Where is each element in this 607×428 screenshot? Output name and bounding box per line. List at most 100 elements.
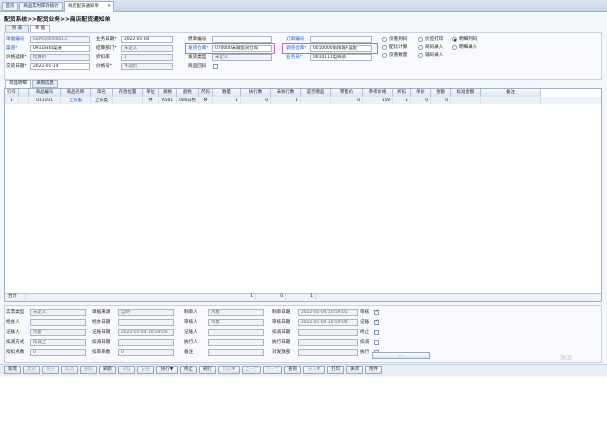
toolbar-button-17[interactable]: 关闭 <box>346 366 363 374</box>
bottom-c4-field-2[interactable] <box>298 329 358 336</box>
status-checkbox-1[interactable]: ✓ <box>374 319 379 325</box>
tab-home[interactable]: 首页 <box>2 2 18 11</box>
toolbar-button-6[interactable]: 审核 <box>118 366 135 374</box>
col-ref-price-header[interactable]: 参考价格 <box>363 89 393 97</box>
col-remark-header[interactable]: 备注 <box>481 89 541 97</box>
bottom-c1-field-2[interactable]: 鸿星 <box>30 329 86 336</box>
toolbar-button-1[interactable]: 复制 <box>23 366 40 374</box>
order-no-field[interactable] <box>310 36 372 43</box>
col-color-header[interactable]: 颜色 <box>177 89 199 97</box>
more-button[interactable]: ... <box>372 352 430 359</box>
col-product-name-cell[interactable]: 上衣服 <box>61 98 91 104</box>
col-discount-header[interactable]: 折扣 <box>393 89 411 97</box>
col-unit-price-header[interactable]: 单价 <box>411 89 431 97</box>
bottom-c3-field-3[interactable] <box>208 339 264 346</box>
tab-stock[interactable]: 商品实时库存统计 <box>19 2 63 11</box>
bottom-c1-field-0[interactable]: 未定义 <box>30 309 86 316</box>
bottom-c2-field-2[interactable]: 2022-01-04 10:59:06 <box>118 329 174 336</box>
col-location-cell[interactable] <box>113 98 143 104</box>
col-executed-cell[interactable]: 0 <box>241 98 271 104</box>
col-retail-price-header[interactable]: 零售价 <box>331 89 363 97</box>
toolbar-button-15[interactable]: 导入▼ <box>303 366 325 374</box>
col-gift-cell[interactable] <box>301 98 331 104</box>
grid-tab-products[interactable]: 商品明细 <box>5 80 31 88</box>
bottom-c3-field-4[interactable] <box>208 349 264 356</box>
bottom-c2-field-4[interactable]: 0 <box>118 349 174 356</box>
price-choice-field[interactable]: 结算价 <box>30 54 90 61</box>
grid-tab-purchase[interactable]: 采购信息 <box>32 80 58 88</box>
toolbar-button-3[interactable]: 取消 <box>61 366 78 374</box>
col-unit-cell[interactable]: 件 <box>143 98 159 104</box>
orig-no-field[interactable] <box>212 36 272 43</box>
settle-dept-field[interactable]: 未定义 <box>121 45 173 52</box>
bottom-c4-field-3[interactable] <box>298 339 358 346</box>
toolbar-button-5[interactable]: 刷新 <box>99 366 116 374</box>
col-row-no-header[interactable]: 行号 <box>5 89 19 97</box>
col-remark-cell[interactable] <box>481 98 541 104</box>
option-radio-1[interactable] <box>382 37 387 42</box>
col-check-header[interactable] <box>19 89 29 97</box>
bottom-c4-field-4[interactable] <box>298 349 358 356</box>
col-unit-header[interactable]: 单位 <box>143 89 159 97</box>
channel-field[interactable]: 0911旧斜渠道 <box>30 45 90 52</box>
col-ref-price-cell[interactable]: 159 <box>363 98 393 104</box>
col-check-cell[interactable] <box>19 98 29 104</box>
toolbar-button-12[interactable]: 上一个 <box>242 366 261 374</box>
toolbar-button-14[interactable]: 查询 <box>284 366 301 374</box>
col-amount-header[interactable]: 金额 <box>431 89 451 97</box>
toolbar-button-2[interactable]: 保存 <box>42 366 59 374</box>
col-executed-header[interactable]: 执行数 <box>241 89 271 97</box>
option-radio-4[interactable] <box>382 45 387 50</box>
col-amount-cell[interactable]: 0 <box>431 98 451 104</box>
option-radio-6[interactable] <box>452 45 457 50</box>
status-checkbox-2[interactable] <box>374 330 379 335</box>
col-qty-cell[interactable]: 1 <box>213 98 241 104</box>
col-discount-cell[interactable]: 1 <box>393 98 411 104</box>
col-qty-header[interactable]: 数量 <box>213 89 241 97</box>
price-no-field[interactable]: 不选价 <box>121 63 173 70</box>
biz-date-field[interactable]: 2022-01-04 <box>121 36 173 43</box>
col-location-header[interactable]: 存放位置 <box>113 89 143 97</box>
col-color-cell[interactable]: 000白色 <box>177 98 199 104</box>
col-unexecuted-cell[interactable]: 1 <box>271 98 301 104</box>
col-size-header[interactable]: 尺码 <box>199 89 213 97</box>
col-unexecuted-header[interactable]: 未执行数 <box>271 89 301 97</box>
bottom-c2-field-1[interactable] <box>118 319 174 326</box>
bottom-c4-field-0[interactable]: 2022-01-04 10:59:02 <box>298 309 358 316</box>
product-code-checkbox[interactable] <box>213 64 218 69</box>
col-product-no-header[interactable]: 商品编号 <box>29 89 61 97</box>
col-gift-header[interactable]: 是否赠品 <box>301 89 331 97</box>
toolbar-button-9[interactable]: 终止 <box>180 366 197 374</box>
toolbar-button-10[interactable]: 刷行 <box>199 366 216 374</box>
col-size-cell[interactable]: M <box>199 98 213 104</box>
bottom-c3-field-0[interactable]: 鸿星 <box>208 309 264 316</box>
option-radio-8[interactable] <box>418 53 423 58</box>
toolbar-button-0[interactable]: 新增 <box>4 366 21 374</box>
bottom-c3-field-1[interactable]: 鸿星 <box>208 319 264 326</box>
toolbar-button-8[interactable]: 执行▼ <box>156 366 178 374</box>
col-short-name-cell[interactable]: 上衣类 <box>91 98 113 104</box>
bottom-c1-field-3[interactable]: 扣减上 <box>30 339 86 346</box>
bottom-c1-field-4[interactable]: 0 <box>30 349 86 356</box>
discount-field[interactable]: 1 <box>121 54 173 61</box>
col-std-amount-header[interactable]: 标准金额 <box>451 89 481 97</box>
toolbar-button-7[interactable]: 记账 <box>137 366 154 374</box>
option-radio-3[interactable] <box>452 37 457 42</box>
toolbar-button-4[interactable]: 删除 <box>80 366 97 374</box>
bottom-c4-field-1[interactable]: 2022-01-04 10:59:06 <box>298 319 358 326</box>
col-spec-header[interactable]: 规格 <box>159 89 177 97</box>
col-short-name-header[interactable]: 简名 <box>91 89 113 97</box>
col-unit-price-cell[interactable]: 0 <box>411 98 431 104</box>
transfer-warehouse-field[interactable]: 0010000南阳城F运配 <box>310 45 372 52</box>
toolbar-button-16[interactable]: 打印 <box>327 366 344 374</box>
option-radio-2[interactable] <box>418 37 423 42</box>
option-radio-5[interactable] <box>418 45 423 50</box>
close-icon[interactable]: ✕ <box>107 2 111 11</box>
tab-delivery[interactable]: 商店配货通知单 ✕ <box>64 1 114 12</box>
toolbar-button-18[interactable]: 附件 <box>365 366 382 374</box>
col-retail-price-cell[interactable]: 0 <box>331 98 363 104</box>
bottom-c1-field-1[interactable] <box>30 319 86 326</box>
status-checkbox-0[interactable]: ✓ <box>374 309 379 315</box>
col-row-no-cell[interactable]: 1 <box>5 98 19 104</box>
ship-type-field[interactable]: 未定义 <box>212 54 272 61</box>
